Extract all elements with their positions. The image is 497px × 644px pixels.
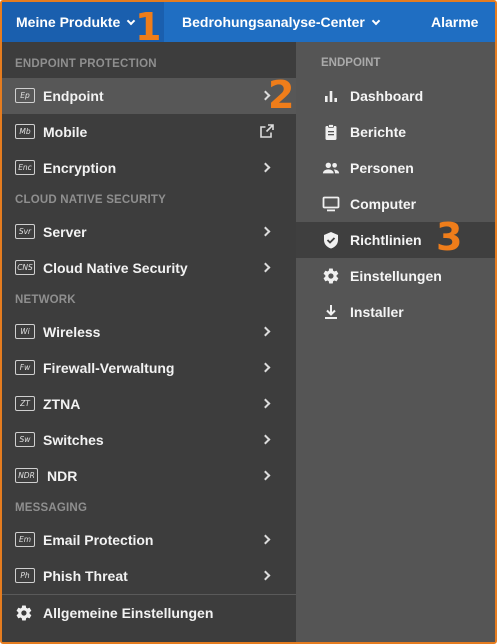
monitor-icon (322, 196, 340, 212)
menu-item-label: Firewall-Verwaltung (43, 360, 175, 376)
submenu-item-label: Einstellungen (350, 268, 442, 284)
email-protection-product-icon: Em (15, 532, 35, 547)
mobile-product-icon: Mb (15, 124, 35, 139)
threat-analysis-center-menu-button[interactable]: Bedrohungsanalyse-Center (182, 2, 381, 42)
menu-item-server[interactable]: Svr Server (2, 214, 296, 250)
submenu-header: ENDPOINT (321, 57, 381, 69)
submenu-item-label: Computer (350, 196, 417, 212)
menu-item-label: ZTNA (43, 396, 81, 412)
submenu-item-label: Berichte (350, 124, 407, 140)
ztna-product-icon: ZT (15, 396, 35, 411)
step-number-3: 3 (436, 215, 463, 259)
chevron-right-icon (260, 534, 271, 545)
threat-analysis-center-label: Bedrohungsanalyse-Center (182, 14, 365, 30)
endpoint-product-icon: Ep (15, 88, 35, 103)
menu-item-ztna[interactable]: ZT ZTNA (2, 386, 296, 422)
server-product-icon: Svr (15, 224, 35, 239)
menu-item-cloud-native-security[interactable]: CNS Cloud Native Security (2, 250, 296, 286)
phish-threat-product-icon: Ph (15, 568, 35, 583)
menu-item-wireless[interactable]: Wi Wireless (2, 314, 296, 350)
firewall-product-icon: Fw (15, 360, 35, 375)
menu-item-phish-threat[interactable]: Ph Phish Threat (2, 558, 296, 594)
screenshot-frame: Meine Produkte Bedrohungsanalyse-Center … (0, 0, 497, 644)
chevron-right-icon (260, 226, 271, 237)
menu-item-encryption[interactable]: Enc Encryption (2, 150, 296, 186)
chevron-right-icon (260, 434, 271, 445)
chevron-right-icon (260, 262, 271, 273)
submenu-item-label: Dashboard (350, 88, 424, 104)
chevron-right-icon (260, 570, 271, 581)
chevron-down-icon (371, 16, 381, 26)
menu-item-label: Encryption (43, 160, 117, 176)
submenu-item-label: Installer (350, 304, 404, 320)
chevron-right-icon (260, 362, 271, 373)
menu-item-label: Cloud Native Security (43, 260, 188, 276)
section-header-cloud-native-security: CLOUD NATIVE SECURITY (15, 194, 166, 206)
menu-item-label: Endpoint (43, 88, 104, 104)
menu-item-general-settings[interactable]: Allgemeine Einstellungen (2, 595, 296, 631)
submenu-item-dashboard[interactable]: Dashboard (296, 78, 495, 114)
step-number-2: 2 (268, 73, 295, 117)
menu-item-ndr[interactable]: NDR NDR (2, 458, 296, 494)
my-products-label: Meine Produkte (16, 14, 121, 30)
submenu-item-people[interactable]: Personen (296, 150, 495, 186)
menu-item-label: NDR (47, 468, 78, 484)
shield-icon (324, 232, 338, 249)
chevron-right-icon (260, 470, 271, 481)
submenu-item-label: Richtlinien (350, 232, 422, 248)
external-link-icon (260, 124, 274, 138)
menu-item-label: Wireless (43, 324, 101, 340)
section-header-network: NETWORK (15, 294, 76, 306)
top-navigation-bar: Meine Produkte Bedrohungsanalyse-Center … (2, 2, 495, 42)
wireless-product-icon: Wi (15, 324, 35, 339)
submenu-item-reports[interactable]: Berichte (296, 114, 495, 150)
bar-chart-icon (325, 91, 337, 102)
cloud-native-security-product-icon: CNS (15, 260, 35, 275)
gear-icon (16, 605, 32, 621)
menu-item-label: Allgemeine Einstellungen (43, 605, 214, 621)
alarms-label: Alarme (431, 14, 479, 30)
menu-item-firewall-management[interactable]: Fw Firewall-Verwaltung (2, 350, 296, 386)
download-icon (325, 305, 337, 319)
chevron-right-icon (260, 398, 271, 409)
endpoint-submenu: ENDPOINT Dashboard Berichte Personen Com… (296, 42, 495, 642)
menu-item-label: Switches (43, 432, 104, 448)
clipboard-icon (325, 124, 337, 140)
menu-item-label: Phish Threat (43, 568, 128, 584)
step-number-1: 1 (135, 5, 162, 49)
submenu-item-computer[interactable]: Computer (296, 186, 495, 222)
submenu-item-installer[interactable]: Installer (296, 294, 495, 330)
menu-item-label: Server (43, 224, 87, 240)
submenu-item-label: Personen (350, 160, 414, 176)
chevron-right-icon (260, 326, 271, 337)
encryption-product-icon: Enc (15, 160, 35, 175)
switches-product-icon: Sw (15, 432, 35, 447)
menu-item-endpoint[interactable]: Ep Endpoint (2, 78, 296, 114)
submenu-item-settings[interactable]: Einstellungen (296, 258, 495, 294)
products-dropdown-menu: ENDPOINT PROTECTION Ep Endpoint Mb Mobil… (2, 42, 296, 642)
gear-icon (323, 268, 339, 284)
menu-item-switches[interactable]: Sw Switches (2, 422, 296, 458)
chevron-right-icon (260, 162, 271, 173)
menu-item-label: Mobile (43, 124, 88, 140)
ndr-product-icon: NDR (15, 468, 38, 483)
submenu-item-policies[interactable]: Richtlinien (296, 222, 495, 258)
section-header-endpoint-protection: ENDPOINT PROTECTION (15, 58, 157, 70)
menu-item-email-protection[interactable]: Em Email Protection (2, 522, 296, 558)
menu-item-label: Email Protection (43, 532, 154, 548)
section-header-messaging: MESSAGING (15, 502, 88, 514)
alarms-menu-button[interactable]: Alarme (431, 2, 478, 42)
menu-item-mobile[interactable]: Mb Mobile (2, 114, 296, 150)
people-icon (322, 162, 340, 174)
